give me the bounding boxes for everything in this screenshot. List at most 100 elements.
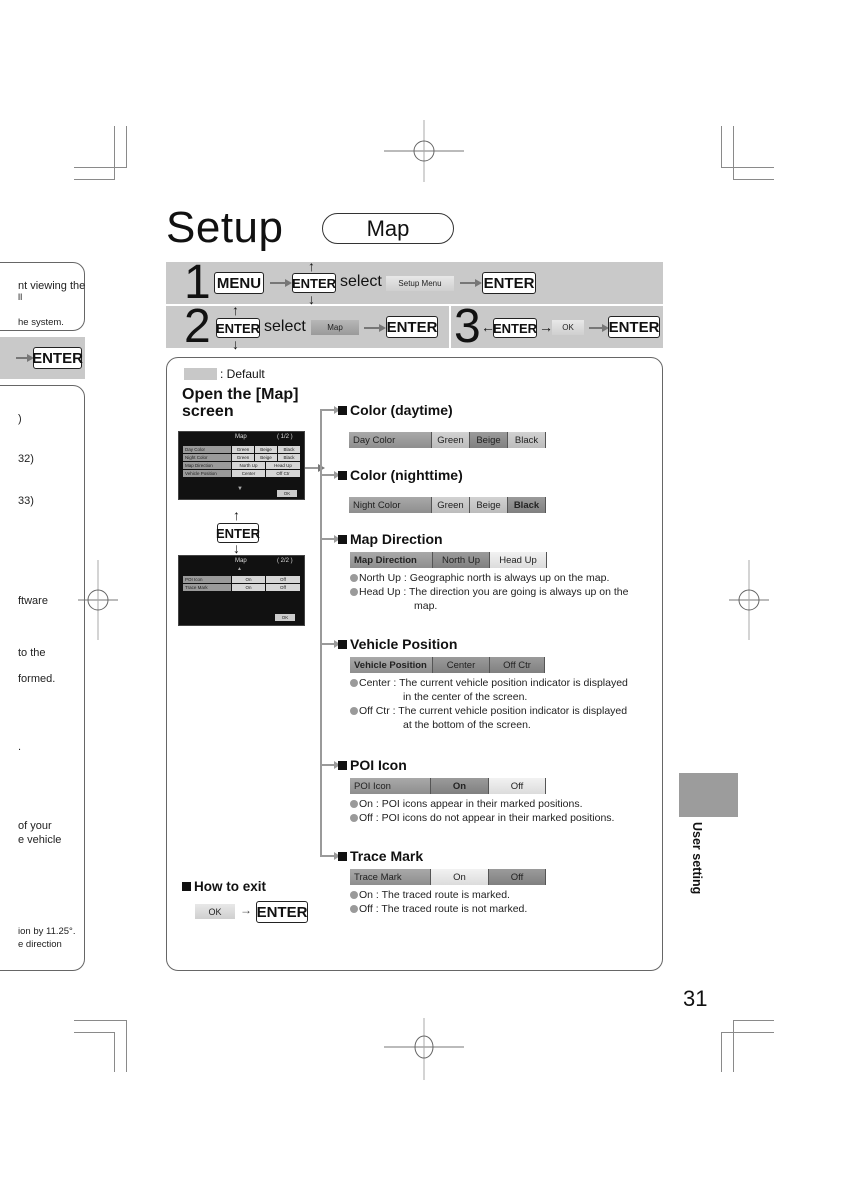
default-swatch: [184, 368, 217, 380]
bullet-icon: [350, 814, 358, 822]
screen-option: Black: [278, 454, 300, 461]
crop-line: [126, 126, 127, 168]
option-off[interactable]: Off: [489, 869, 546, 885]
enter-key: ENTER: [216, 318, 260, 338]
arrow-up-icon: ↑: [233, 507, 240, 523]
term-text: POI icons appear in their marked positio…: [381, 798, 583, 810]
term: Off :: [359, 903, 379, 915]
crop-line: [114, 126, 115, 180]
description-poi-off: Off : POI icons do not appear in their m…: [350, 812, 614, 826]
screen-option: Beige: [255, 454, 277, 461]
term: Head Up :: [359, 586, 407, 598]
crop-line: [74, 179, 115, 180]
crop-line: [721, 126, 722, 168]
arrow-right-icon: →: [240, 903, 252, 917]
option-beige[interactable]: Beige: [470, 497, 508, 513]
option-head-up[interactable]: Head Up: [490, 552, 547, 568]
step-3: 3 ← ENTER → OK ENTER: [451, 303, 663, 351]
registration-mark-icon: [729, 560, 769, 640]
arrow-right-icon: [305, 464, 325, 472]
arrow-right-icon: [16, 354, 34, 362]
screen-row-label: POI Icon: [183, 576, 231, 583]
step-number: 2: [184, 300, 211, 353]
crop-line: [733, 179, 774, 180]
arrow-down-icon: ↓: [233, 540, 240, 556]
left-text: .: [18, 741, 22, 753]
enter-key: ENTER: [608, 316, 660, 338]
term-text: The current vehicle position indicator i…: [399, 677, 628, 689]
arrow-right-icon: [270, 279, 292, 287]
left-text: ll: [18, 292, 23, 303]
crop-line: [74, 1020, 127, 1021]
term-text: Geographic north is always up on the map…: [409, 572, 610, 584]
option-black[interactable]: Black: [508, 497, 546, 513]
screen-row: Vehicle Position Center Off Ctr: [183, 470, 300, 477]
enter-key: ENTER: [386, 316, 438, 338]
option-center[interactable]: Center: [433, 657, 490, 673]
screen-option: Center: [232, 470, 265, 477]
setting-label: POI Icon: [350, 778, 431, 794]
setting-label: Trace Mark: [350, 869, 431, 885]
term-text: The direction you are going is always up…: [409, 586, 629, 598]
term: North Up :: [359, 572, 407, 584]
step-2: 2 ↑ ENTER ↓ select Map ENTER: [166, 300, 449, 353]
option-north-up[interactable]: North Up: [433, 552, 490, 568]
enter-key: ENTER: [32, 347, 83, 369]
crop-line: [74, 1032, 115, 1033]
term-text: The traced route is marked.: [381, 889, 510, 901]
screen-page: ( 1/2 ): [277, 434, 293, 440]
bullet-icon: [350, 905, 358, 913]
side-tab-marker: [679, 773, 738, 817]
setting-label: Day Color: [349, 432, 432, 448]
bullet-icon: [350, 574, 358, 582]
scroll-down-icon: ▼: [237, 486, 243, 492]
option-off[interactable]: Off: [489, 778, 546, 794]
arrow-right-icon: [321, 852, 340, 860]
left-text: e direction: [18, 939, 62, 950]
left-text: of your: [18, 820, 52, 832]
screen-option: Off: [266, 576, 300, 583]
screen-option: Off: [266, 584, 300, 591]
arrow-up-icon: ↑: [232, 302, 239, 318]
screen-row-label: Map Direction: [183, 462, 231, 469]
option-on[interactable]: On: [431, 869, 489, 885]
registration-mark-icon: [384, 120, 464, 182]
option-on[interactable]: On: [431, 778, 489, 794]
left-text: e vehicle: [18, 834, 62, 846]
section-title-color-nighttime: Color (nighttime): [338, 467, 463, 483]
term-text-cont: at the bottom of the screen.: [403, 718, 531, 731]
description-off-ctr: Off Ctr : The current vehicle position i…: [350, 705, 650, 732]
bullet-icon: [350, 679, 358, 687]
screen-title: Map: [235, 434, 247, 440]
left-text: formed.: [18, 673, 56, 685]
left-text: ion by 11.25°.: [18, 926, 76, 937]
term-text: The traced route is not marked.: [381, 903, 528, 915]
option-green[interactable]: Green: [432, 432, 470, 448]
option-off-ctr[interactable]: Off Ctr: [490, 657, 545, 673]
enter-key: ENTER: [256, 901, 308, 923]
side-tab-label: User setting: [690, 822, 704, 895]
setting-bar-poi-icon: POI Icon On Off: [350, 778, 546, 794]
open-screen-title: Open the [Map] screen: [182, 386, 298, 420]
option-beige[interactable]: Beige: [470, 432, 508, 448]
select-word: select: [340, 273, 382, 290]
screen-ok-button: OK: [275, 614, 295, 621]
setting-bar-trace-mark: Trace Mark On Off: [350, 869, 546, 885]
enter-key: ENTER: [493, 318, 537, 338]
arrow-right-icon: [321, 761, 340, 769]
left-text: 33): [18, 495, 34, 507]
option-green[interactable]: Green: [432, 497, 470, 513]
option-black[interactable]: Black: [508, 432, 546, 448]
step-1: 1 MENU ↑ ENTER ↓ select Setup Menu ENTER: [166, 259, 663, 307]
arrow-right-icon: [321, 535, 340, 543]
screen-option: Off Ctr: [266, 470, 300, 477]
setting-bar-day-color: Day Color Green Beige Black: [349, 432, 546, 448]
term: Off :: [359, 812, 379, 824]
crop-line: [721, 1032, 774, 1033]
page-title: Setup: [166, 203, 284, 252]
arrow-right-icon: [321, 406, 340, 414]
description-poi-on: On : POI icons appear in their marked po…: [350, 798, 583, 812]
bullet-icon: [350, 707, 358, 715]
screen-option: Head Up: [266, 462, 300, 469]
how-to-exit-title: How to exit: [182, 879, 266, 894]
